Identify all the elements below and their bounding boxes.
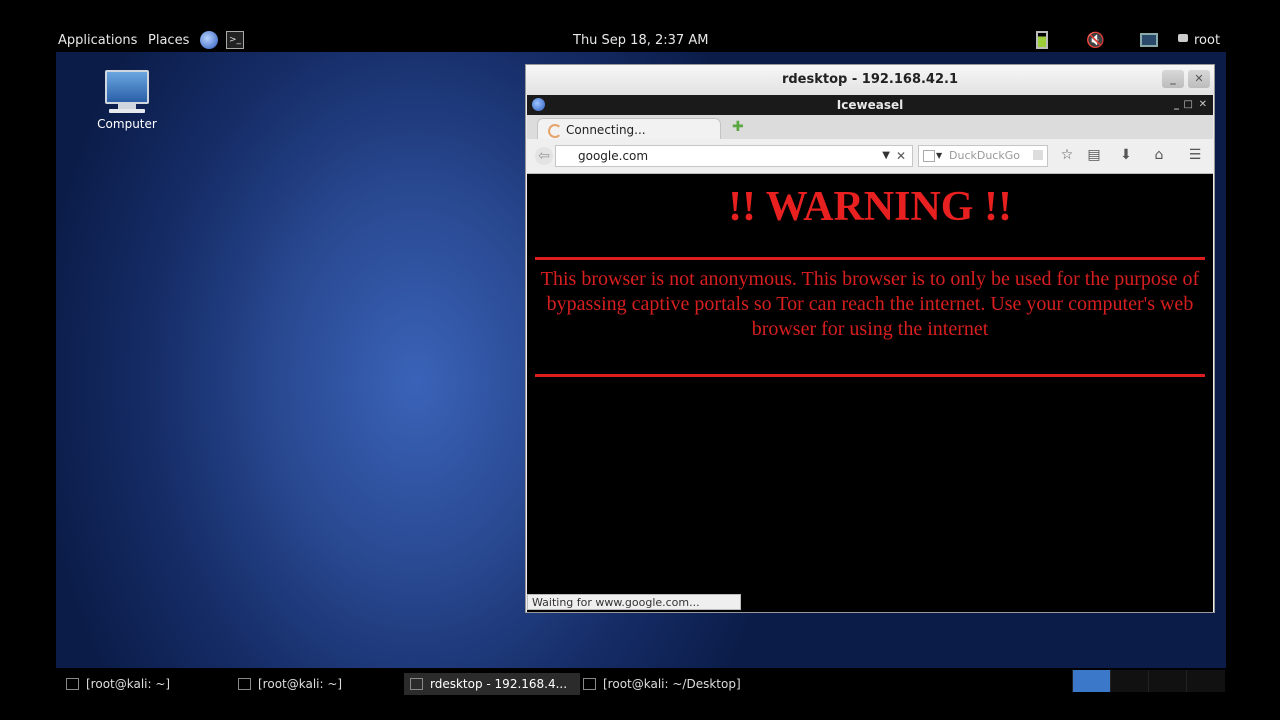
clock[interactable]: Thu Sep 18, 2:37 AM xyxy=(573,33,708,48)
bookmarks-list-icon[interactable]: ▤ xyxy=(1085,147,1103,163)
workspace-4[interactable] xyxy=(1186,670,1225,692)
taskbar-item-terminal-1[interactable]: [root@kali: ~] xyxy=(60,673,236,695)
warning-heading: !! WARNING !! xyxy=(728,184,1012,230)
taskbar-item-label: [root@kali: ~/Desktop] xyxy=(603,677,741,691)
terminal-launcher-icon[interactable]: >_ xyxy=(226,31,244,49)
search-go-icon[interactable] xyxy=(1033,150,1043,160)
warning-message: This browser is not anonymous. This brow… xyxy=(540,268,1200,340)
iceweasel-launcher-icon[interactable] xyxy=(200,31,218,49)
search-engine-icon[interactable] xyxy=(923,150,935,162)
workspace-2[interactable] xyxy=(1110,670,1149,692)
chat-icon xyxy=(1178,34,1188,42)
iceweasel-logo-icon xyxy=(532,98,545,111)
tab-bar: Connecting... ✚ xyxy=(527,115,1213,140)
menu-icon[interactable]: ☰ xyxy=(1186,147,1204,163)
computer-desktop-icon[interactable]: Computer xyxy=(92,70,162,131)
computer-icon-label: Computer xyxy=(97,117,157,131)
workspace-3[interactable] xyxy=(1148,670,1187,692)
search-input[interactable]: ▼ DuckDuckGo xyxy=(918,145,1048,167)
computer-icon xyxy=(105,70,149,104)
stop-icon[interactable]: ✕ xyxy=(896,146,906,166)
top-panel: Applications Places >_ Thu Sep 18, 2:37 … xyxy=(0,0,1280,52)
rdesktop-window: rdesktop - 192.168.42.1 _ ✕ Iceweasel _ … xyxy=(525,64,1215,613)
terminal-icon xyxy=(238,678,251,690)
tab-connecting[interactable]: Connecting... xyxy=(537,118,721,140)
url-text: google.com xyxy=(578,149,649,163)
rdesktop-title: rdesktop - 192.168.42.1 xyxy=(781,72,959,87)
rdesktop-minimize-button[interactable]: _ xyxy=(1162,70,1184,88)
applications-menu[interactable]: Applications xyxy=(58,33,137,48)
iceweasel-close-icon[interactable]: ✕ xyxy=(1199,95,1207,115)
iceweasel-window: Iceweasel _ □ ✕ Connecting... ✚ ⇦ google… xyxy=(527,95,1213,612)
taskbar-item-label: [root@kali: ~] xyxy=(86,677,171,691)
iceweasel-minimize-icon[interactable]: _ xyxy=(1174,95,1179,115)
iceweasel-titlebar[interactable]: Iceweasel _ □ ✕ xyxy=(527,95,1213,115)
user-menu[interactable]: root xyxy=(1194,33,1220,48)
search-placeholder: DuckDuckGo xyxy=(949,149,1020,162)
taskbar-item-terminal-desktop[interactable]: [root@kali: ~/Desktop] xyxy=(577,673,773,695)
navigation-toolbar: ⇦ google.com ▼ ✕ ▼ DuckDuckGo ☆ ▤ ⬇ ⌂ ☰ xyxy=(527,139,1213,174)
battery-icon[interactable] xyxy=(1036,31,1048,49)
loading-spinner-icon xyxy=(548,124,562,138)
volume-muted-icon[interactable]: 🔇 xyxy=(1086,31,1105,49)
bookmark-star-icon[interactable]: ☆ xyxy=(1058,147,1076,163)
network-icon[interactable] xyxy=(1140,33,1158,47)
tab-label: Connecting... xyxy=(566,123,646,137)
bottom-panel: [root@kali: ~] [root@kali: ~] rdesktop -… xyxy=(0,668,1280,720)
taskbar-item-label: rdesktop - 192.168.4... xyxy=(430,677,568,691)
window-icon xyxy=(410,678,423,690)
iceweasel-title: Iceweasel xyxy=(836,98,904,112)
bottom-rule xyxy=(535,374,1205,377)
page-content: !! WARNING !! This browser is not anonym… xyxy=(527,177,1213,612)
workspace-switcher xyxy=(1072,670,1226,692)
taskbar-item-label: [root@kali: ~] xyxy=(258,677,343,691)
search-engine-dropdown-icon[interactable]: ▼ xyxy=(936,146,942,166)
taskbar-item-rdesktop[interactable]: rdesktop - 192.168.4... xyxy=(404,673,580,695)
status-bar: Waiting for www.google.com... xyxy=(527,594,741,610)
terminal-icon xyxy=(66,678,79,690)
top-rule xyxy=(535,257,1205,260)
rdesktop-close-button[interactable]: ✕ xyxy=(1188,70,1210,88)
url-bar[interactable]: google.com ▼ ✕ xyxy=(555,145,913,167)
downloads-icon[interactable]: ⬇ xyxy=(1117,147,1135,163)
workspace-1[interactable] xyxy=(1072,670,1111,692)
back-icon[interactable]: ⇦ xyxy=(535,147,553,165)
taskbar-item-terminal-2[interactable]: [root@kali: ~] xyxy=(232,673,408,695)
rdesktop-titlebar[interactable]: rdesktop - 192.168.42.1 _ ✕ xyxy=(526,65,1214,95)
home-icon[interactable]: ⌂ xyxy=(1150,147,1168,163)
iceweasel-maximize-icon[interactable]: □ xyxy=(1184,95,1193,115)
url-dropdown-icon[interactable]: ▼ xyxy=(882,146,890,166)
places-menu[interactable]: Places xyxy=(148,33,189,48)
terminal-icon xyxy=(583,678,596,690)
new-tab-icon[interactable]: ✚ xyxy=(732,119,744,135)
